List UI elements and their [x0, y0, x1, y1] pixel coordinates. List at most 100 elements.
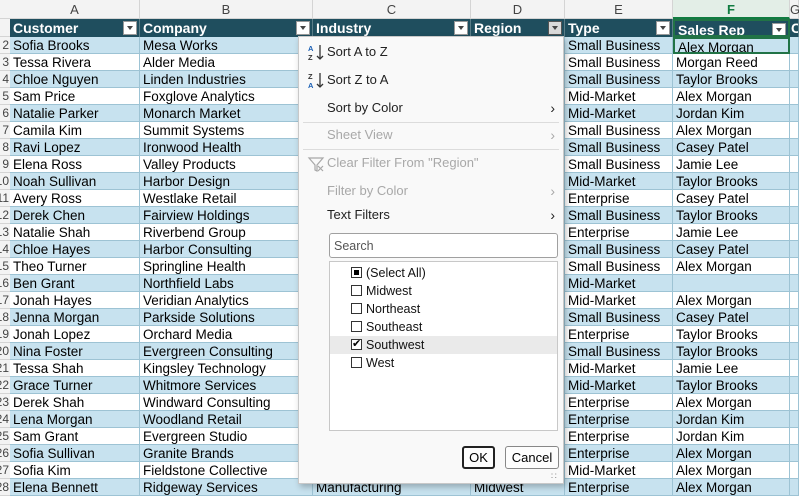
cell-next[interactable] [790, 377, 799, 394]
header-industry[interactable]: Industry [313, 19, 471, 37]
cell-company[interactable]: Ridgeway Services [140, 479, 313, 496]
row-number[interactable]: 2 [0, 37, 10, 54]
cell-sales-rep[interactable]: Alex Morgan [673, 394, 790, 411]
checkbox-icon[interactable] [351, 339, 362, 350]
cell-sales-rep[interactable]: Alex Morgan [673, 445, 790, 462]
cell-company[interactable]: Parkside Solutions [140, 309, 313, 326]
cell-customer[interactable]: Jonah Lopez [10, 326, 140, 343]
row-number[interactable]: 12 [0, 207, 10, 224]
cell-next[interactable] [790, 37, 799, 54]
row-number[interactable]: 3 [0, 54, 10, 71]
cell-type[interactable]: Small Business [565, 71, 673, 88]
cell-customer[interactable]: Ben Grant [10, 275, 140, 292]
cell-customer[interactable]: Elena Bennett [10, 479, 140, 496]
cell-type[interactable]: Small Business [565, 122, 673, 139]
resize-grip-icon[interactable]: ∷ [551, 471, 561, 481]
cell-sales-rep[interactable]: Casey Patel [673, 309, 790, 326]
cell-company[interactable]: Northfield Labs [140, 275, 313, 292]
cell-sales-rep[interactable]: Taylor Brooks [673, 377, 790, 394]
cell-next[interactable] [790, 445, 799, 462]
cell-company[interactable]: Mesa Works [140, 37, 313, 54]
row-number[interactable]: 20 [0, 343, 10, 360]
row-number[interactable]: 27 [0, 462, 10, 479]
cell-type[interactable]: Enterprise [565, 224, 673, 241]
cell-sales-rep[interactable]: Alex Morgan [673, 37, 790, 54]
row-number-header[interactable] [0, 19, 10, 37]
row-number[interactable]: 24 [0, 411, 10, 428]
cell-company[interactable]: Westlake Retail [140, 190, 313, 207]
cell-type[interactable]: Small Business [565, 207, 673, 224]
cell-sales-rep[interactable]: Alex Morgan [673, 122, 790, 139]
cell-sales-rep[interactable]: Jamie Lee [673, 224, 790, 241]
filter-dropdown-icon[interactable] [454, 21, 468, 35]
cell-type[interactable]: Mid-Market [565, 88, 673, 105]
cell-next[interactable] [790, 479, 799, 496]
row-number[interactable]: 13 [0, 224, 10, 241]
cell-type[interactable]: Enterprise [565, 445, 673, 462]
cell-next[interactable] [790, 343, 799, 360]
cell-next[interactable] [790, 105, 799, 122]
checkbox-icon[interactable] [351, 285, 362, 296]
checkbox-icon[interactable] [351, 267, 362, 278]
cell-company[interactable]: Harbor Design [140, 173, 313, 190]
row-number[interactable]: 18 [0, 309, 10, 326]
text-filters-item[interactable]: Text Filters › [299, 203, 563, 227]
cell-sales-rep[interactable]: Alex Morgan [673, 462, 790, 479]
row-number[interactable]: 19 [0, 326, 10, 343]
cell-next[interactable] [790, 428, 799, 445]
cell-type[interactable]: Enterprise [565, 190, 673, 207]
column-letter-b[interactable]: B [140, 0, 313, 19]
row-number[interactable]: 14 [0, 241, 10, 258]
cell-next[interactable] [790, 411, 799, 428]
row-number[interactable]: 7 [0, 122, 10, 139]
cell-customer[interactable]: Derek Shah [10, 394, 140, 411]
cell-sales-rep[interactable]: Alex Morgan [673, 292, 790, 309]
cell-type[interactable]: Mid-Market [565, 105, 673, 122]
cell-next[interactable] [790, 275, 799, 292]
header-customer[interactable]: Customer [10, 19, 140, 37]
cell-company[interactable]: Kingsley Technology [140, 360, 313, 377]
row-number[interactable]: 23 [0, 394, 10, 411]
cell-sales-rep[interactable]: Casey Patel [673, 190, 790, 207]
cell-company[interactable]: Whitmore Services [140, 377, 313, 394]
cell-sales-rep[interactable]: Jordan Kim [673, 411, 790, 428]
header-company[interactable]: Company [140, 19, 313, 37]
cell-customer[interactable]: Sofia Kim [10, 462, 140, 479]
column-letter-c[interactable]: C [313, 0, 471, 19]
cell-type[interactable]: Enterprise [565, 411, 673, 428]
cell-type[interactable]: Mid-Market [565, 462, 673, 479]
cell-next[interactable] [790, 139, 799, 156]
cell-customer[interactable]: Jenna Morgan [10, 309, 140, 326]
cell-company[interactable]: Foxglove Analytics [140, 88, 313, 105]
cell-customer[interactable]: Tessa Shah [10, 360, 140, 377]
cell-type[interactable]: Small Business [565, 139, 673, 156]
row-number[interactable]: 21 [0, 360, 10, 377]
cell-sales-rep[interactable]: Taylor Brooks [673, 343, 790, 360]
cell-customer[interactable]: Theo Turner [10, 258, 140, 275]
cell-next[interactable] [790, 462, 799, 479]
cell-company[interactable]: Evergreen Studio [140, 428, 313, 445]
cell-company[interactable]: Orchard Media [140, 326, 313, 343]
row-number[interactable]: 22 [0, 377, 10, 394]
column-letter-a[interactable]: A [10, 0, 140, 19]
cell-next[interactable] [790, 173, 799, 190]
filter-option-west[interactable]: West [330, 354, 557, 372]
row-number[interactable]: 25 [0, 428, 10, 445]
sort-a-to-z-item[interactable]: A Z Sort A to Z [299, 40, 563, 64]
cell-customer[interactable]: Sam Grant [10, 428, 140, 445]
cell-next[interactable] [790, 88, 799, 105]
filter-option-select-all[interactable]: (Select All) [330, 264, 557, 282]
cell-company[interactable]: Springline Health [140, 258, 313, 275]
cell-company[interactable]: Riverbend Group [140, 224, 313, 241]
cell-company[interactable]: Fieldstone Collective [140, 462, 313, 479]
cell-type[interactable]: Enterprise [565, 428, 673, 445]
ok-button[interactable]: OK [462, 446, 495, 469]
cancel-button[interactable]: Cancel [505, 446, 559, 469]
cell-customer[interactable]: Derek Chen [10, 207, 140, 224]
cell-type[interactable]: Enterprise [565, 326, 673, 343]
row-number[interactable]: 9 [0, 156, 10, 173]
cell-sales-rep[interactable]: Taylor Brooks [673, 71, 790, 88]
cell-type[interactable]: Small Business [565, 54, 673, 71]
cell-next[interactable] [790, 122, 799, 139]
row-number[interactable]: 15 [0, 258, 10, 275]
